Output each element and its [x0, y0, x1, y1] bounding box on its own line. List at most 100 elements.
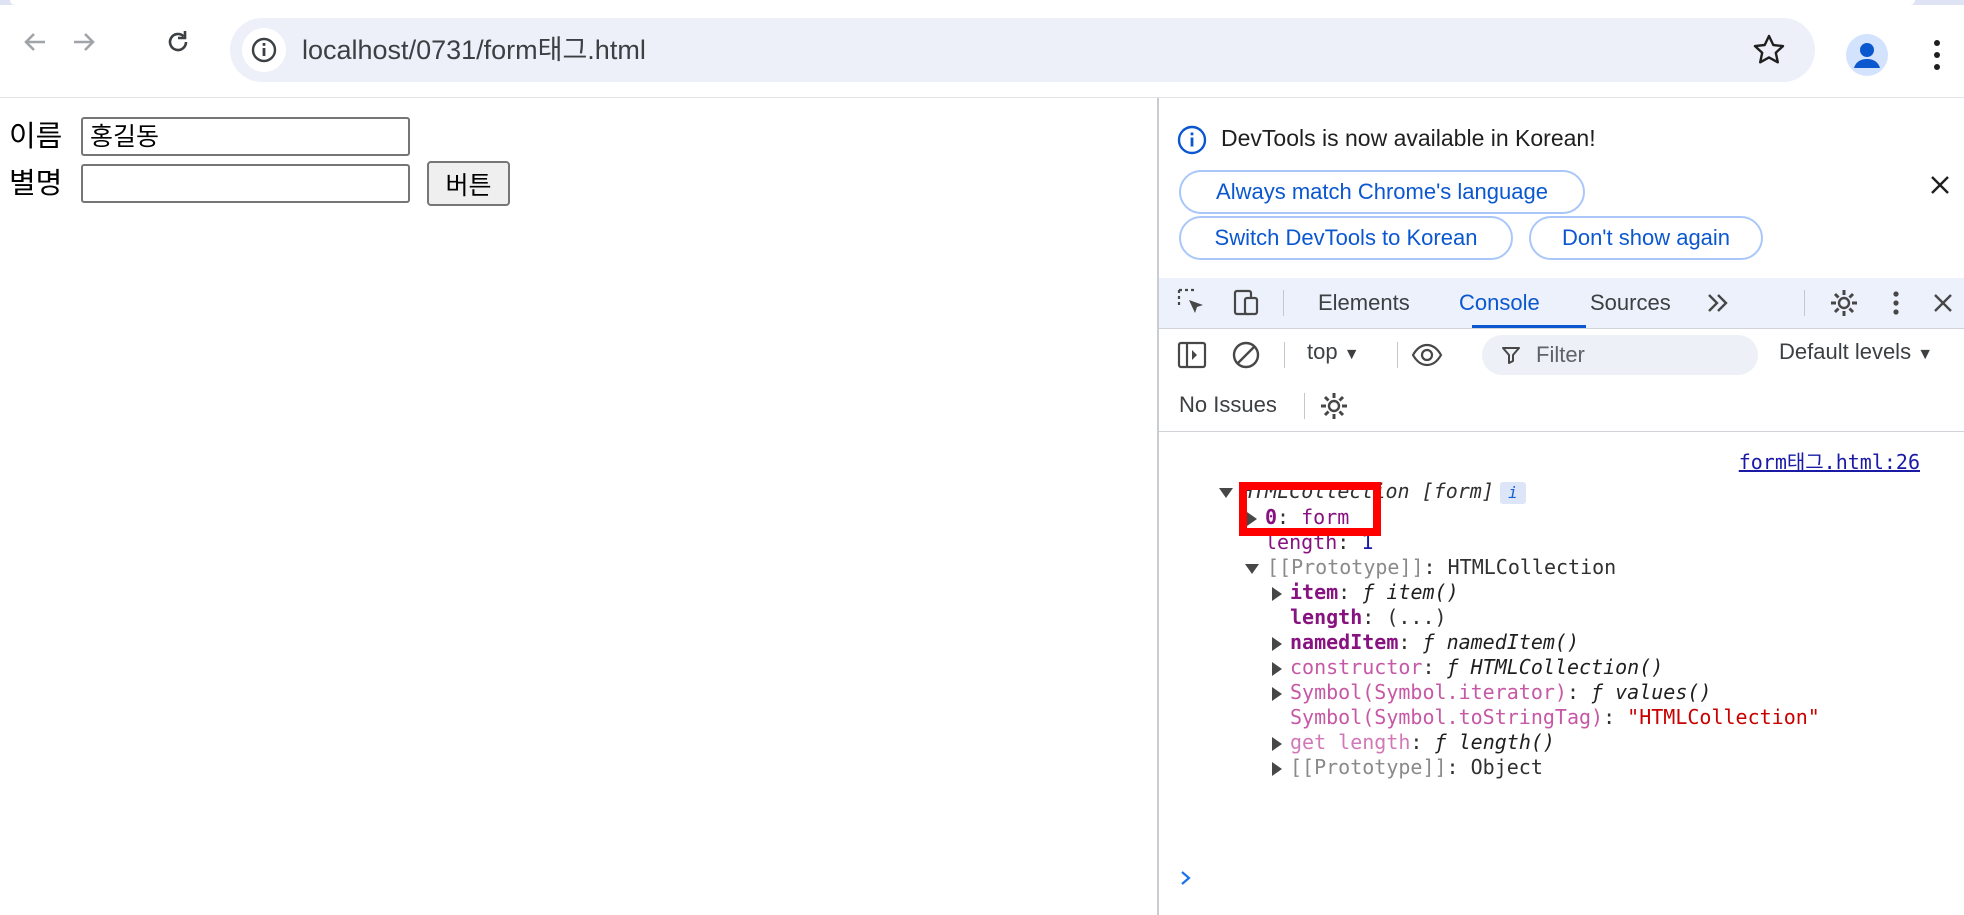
console-settings-gear-icon[interactable]: [1317, 389, 1351, 423]
highlight-box: [1239, 482, 1381, 536]
expand-triangle-icon[interactable]: [1272, 736, 1282, 751]
prop-value: item(): [1386, 580, 1459, 604]
tree-row-prototype[interactable]: [[Prototype]]: HTMLCollection: [1245, 554, 1616, 580]
expand-triangle-icon[interactable]: [1272, 586, 1282, 601]
back-button[interactable]: [15, 22, 55, 62]
profile-avatar[interactable]: [1846, 34, 1888, 76]
live-expression-eye-icon[interactable]: [1410, 338, 1444, 372]
sidebar-toggle-icon[interactable]: [1175, 338, 1209, 372]
prop-key: Symbol(Symbol.iterator): [1290, 680, 1567, 704]
tree-row-get-length[interactable]: get length: ƒ length(): [1272, 729, 1555, 755]
settings-gear-icon[interactable]: [1827, 286, 1861, 320]
always-match-language-button[interactable]: Always match Chrome's language: [1179, 170, 1585, 214]
expand-triangle-icon[interactable]: [1272, 761, 1282, 776]
close-icon[interactable]: [1927, 172, 1953, 198]
tree-row-constructor[interactable]: constructor: ƒ HTMLCollection(): [1272, 654, 1663, 680]
more-tabs-chevron-icon[interactable]: [1701, 286, 1735, 320]
clear-console-icon[interactable]: [1229, 338, 1263, 372]
console-prompt-chevron-icon[interactable]: [1179, 868, 1193, 888]
prop-key: [[Prototype]]: [1267, 555, 1424, 579]
function-glyph: ƒ: [1422, 630, 1435, 654]
filter-placeholder: Filter: [1536, 342, 1585, 367]
form-button[interactable]: 버튼: [427, 161, 510, 206]
function-glyph: ƒ: [1591, 680, 1604, 704]
divider: [1804, 290, 1805, 316]
source-link[interactable]: form태그.html:26: [1739, 446, 1920, 475]
log-levels-dropdown[interactable]: Default levels ▼: [1779, 339, 1933, 365]
issues-bar: No Issues: [1159, 381, 1964, 432]
prop-key: [[Prototype]]: [1290, 755, 1447, 779]
infobar-message: DevTools is now available in Korean!: [1221, 125, 1596, 151]
dropdown-arrow-icon: ▼: [1917, 346, 1934, 363]
prop-value: HTMLCollection(): [1470, 655, 1664, 679]
active-tab-indicator: [1472, 325, 1586, 328]
bookmark-star-icon[interactable]: [1751, 32, 1787, 68]
reload-button[interactable]: [158, 22, 198, 62]
page-viewport: 이름 홍길동 별명 버튼: [0, 98, 1157, 915]
divider: [1284, 342, 1285, 368]
context-label: top: [1307, 339, 1338, 364]
prop-value: namedItem(): [1446, 630, 1580, 654]
context-selector[interactable]: top ▼: [1307, 339, 1360, 365]
close-devtools-icon[interactable]: [1926, 286, 1960, 320]
expand-triangle-icon[interactable]: [1272, 636, 1282, 651]
element-picker-icon[interactable]: [1175, 286, 1209, 320]
prop-key: item: [1290, 580, 1339, 604]
prop-value: length(): [1458, 730, 1555, 754]
info-badge[interactable]: i: [1499, 482, 1526, 504]
prop-value: (...): [1386, 605, 1447, 629]
console-toolbar: top ▼ Filter Default levels ▼: [1159, 329, 1964, 381]
info-icon: [1177, 125, 1207, 155]
person-icon: [1854, 43, 1880, 68]
prop-value: HTMLCollection: [1447, 555, 1617, 579]
expand-triangle-icon[interactable]: [1219, 487, 1233, 498]
expand-triangle-icon[interactable]: [1272, 661, 1282, 676]
reload-icon: [168, 31, 188, 52]
info-circle-icon: [251, 37, 277, 63]
prop-value: Object: [1470, 755, 1543, 779]
function-glyph: ƒ: [1362, 580, 1375, 604]
tree-row-nameditem[interactable]: namedItem: ƒ namedItem(): [1272, 629, 1579, 655]
prop-key: length: [1290, 605, 1363, 629]
prop-key: constructor: [1290, 655, 1423, 679]
back-arrow-icon: [24, 33, 45, 51]
browser-toolbar: localhost/0731/form태그.html: [0, 5, 1964, 98]
function-glyph: ƒ: [1446, 655, 1459, 679]
device-toolbar-icon[interactable]: [1229, 286, 1263, 320]
forward-arrow-icon: [74, 33, 95, 51]
forward-button[interactable]: [64, 22, 104, 62]
issues-count[interactable]: No Issues: [1179, 392, 1277, 418]
tree-row-item[interactable]: item: ƒ item(): [1272, 579, 1459, 605]
tab-elements[interactable]: Elements: [1318, 278, 1410, 328]
tree-row-prototype-object[interactable]: [[Prototype]]: Object: [1272, 754, 1543, 780]
tree-row-symbol-iterator[interactable]: Symbol(Symbol.iterator): ƒ values(): [1272, 679, 1711, 705]
dropdown-arrow-icon: ▼: [1343, 346, 1360, 363]
console-output: form태그.html:26 HTMLCollection [form] i 0:…: [1159, 432, 1964, 915]
console-filter-input[interactable]: Filter: [1482, 335, 1758, 375]
divider: [1283, 290, 1284, 316]
site-info-button[interactable]: [242, 28, 286, 72]
url-text[interactable]: localhost/0731/form태그.html: [302, 18, 646, 82]
devtools-menu-icon[interactable]: [1879, 286, 1913, 320]
name-input[interactable]: 홍길동: [81, 117, 410, 156]
switch-to-korean-button[interactable]: Switch DevTools to Korean: [1179, 216, 1513, 260]
tab-sources[interactable]: Sources: [1590, 278, 1671, 328]
expand-triangle-icon[interactable]: [1245, 563, 1259, 574]
tree-row-symbol-tostringtag: Symbol(Symbol.toStringTag): "HTMLCollect…: [1290, 705, 1820, 729]
chrome-menu-icon[interactable]: [1925, 34, 1949, 76]
tree-row-length-getter[interactable]: length: (...): [1290, 604, 1447, 630]
tab-console[interactable]: Console: [1459, 278, 1540, 328]
divider: [1397, 342, 1398, 368]
divider: [1304, 393, 1305, 419]
prop-value: values(): [1615, 680, 1712, 704]
dont-show-again-button[interactable]: Don't show again: [1529, 216, 1763, 260]
name-label: 이름: [9, 119, 63, 153]
devtools-panel: DevTools is now available in Korean! Alw…: [1157, 98, 1964, 915]
prop-key: namedItem: [1290, 630, 1399, 654]
expand-triangle-icon[interactable]: [1272, 686, 1282, 701]
prop-value: "HTMLCollection": [1627, 705, 1820, 729]
nickname-input[interactable]: [81, 164, 410, 203]
prop-key: Symbol(Symbol.toStringTag): [1290, 705, 1604, 729]
levels-label: Default levels: [1779, 339, 1912, 364]
address-bar[interactable]: localhost/0731/form태그.html: [230, 18, 1815, 82]
